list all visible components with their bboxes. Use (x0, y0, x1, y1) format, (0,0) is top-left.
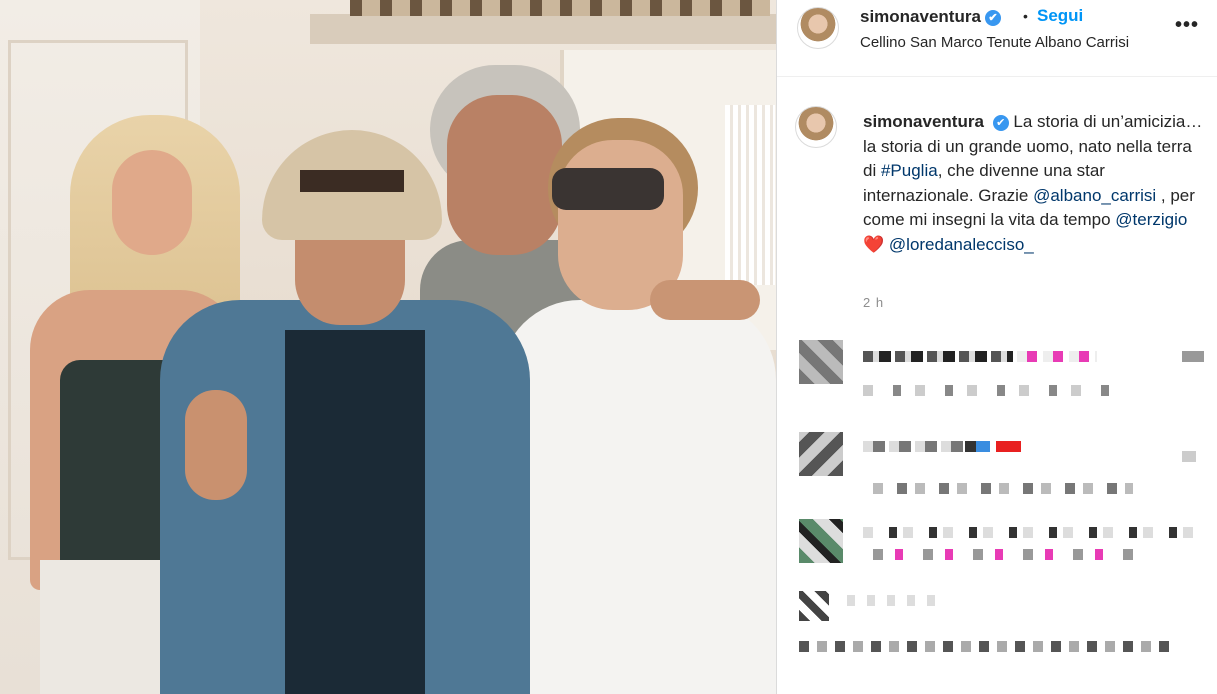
pixelated-avatar (799, 591, 829, 621)
caption-username[interactable]: simonaventura (863, 112, 984, 131)
post-photo[interactable] (0, 0, 776, 694)
instagram-post: simonaventura ✔ • Segui Cellino San Marco… (0, 0, 1217, 694)
hashtag-link[interactable]: #Puglia (881, 161, 938, 180)
caption-text: simonaventura ✔ La storia di un’amicizia… (863, 110, 1203, 257)
person-3-arm (650, 280, 760, 320)
verified-icon: ✔ (984, 10, 1001, 26)
mention-link[interactable]: @albano_carrisi (1033, 186, 1156, 205)
pixelated-text (1017, 351, 1097, 362)
avatar[interactable] (797, 7, 839, 49)
pixelated-text (1182, 351, 1204, 362)
pixelated-text (863, 527, 1193, 538)
pixelated-text (965, 441, 1021, 452)
pixelated-text (863, 385, 1113, 396)
person-2-hatband (300, 170, 404, 192)
more-options-icon[interactable]: ••• (1175, 14, 1199, 37)
photo-bottles (350, 0, 770, 16)
pixelated-text (799, 641, 1169, 652)
pixelated-text (873, 549, 1143, 560)
pixelated-avatar (799, 519, 843, 563)
comments-list (777, 335, 1217, 652)
username-text[interactable]: simonaventura (860, 7, 981, 26)
mention-link[interactable]: @terzigio (1115, 210, 1187, 229)
post-header: simonaventura ✔ • Segui Cellino San Marco… (777, 0, 1217, 77)
caption-avatar[interactable] (795, 106, 837, 148)
person-2-tshirt (285, 330, 425, 694)
pixelated-avatar (799, 340, 843, 384)
photo-curtain (725, 105, 775, 285)
pixelated-text (873, 483, 1133, 494)
post-timestamp[interactable]: 2 h (863, 295, 884, 310)
separator-dot: • (1023, 8, 1028, 24)
person-1-face (112, 150, 192, 255)
comment-pixelated (777, 427, 1217, 519)
verified-icon: ✔ (992, 115, 1009, 131)
mention-link[interactable]: @loredanalecciso_ (889, 235, 1034, 254)
pixelated-text (863, 441, 963, 452)
thumbs-up-hand (185, 390, 247, 500)
follow-button[interactable]: Segui (1037, 6, 1083, 26)
pixelated-text (1182, 451, 1196, 462)
heart-emoji: ❤️ (863, 234, 885, 254)
post-sidebar: simonaventura ✔ • Segui Cellino San Marco… (776, 0, 1217, 694)
location-link[interactable]: Cellino San Marco Tenute Albano Carrisi (860, 34, 1129, 51)
header-username[interactable]: simonaventura ✔ (860, 7, 1001, 27)
sunglasses (552, 168, 664, 210)
person-4-body (500, 300, 776, 694)
pixelated-text (847, 595, 947, 606)
comment-pixelated (777, 335, 1217, 427)
pixelated-text (863, 351, 1013, 362)
comment-pixelated (777, 591, 1217, 652)
photo-shelf (310, 14, 776, 44)
pixelated-avatar (799, 432, 843, 476)
person-3-face (447, 95, 562, 255)
